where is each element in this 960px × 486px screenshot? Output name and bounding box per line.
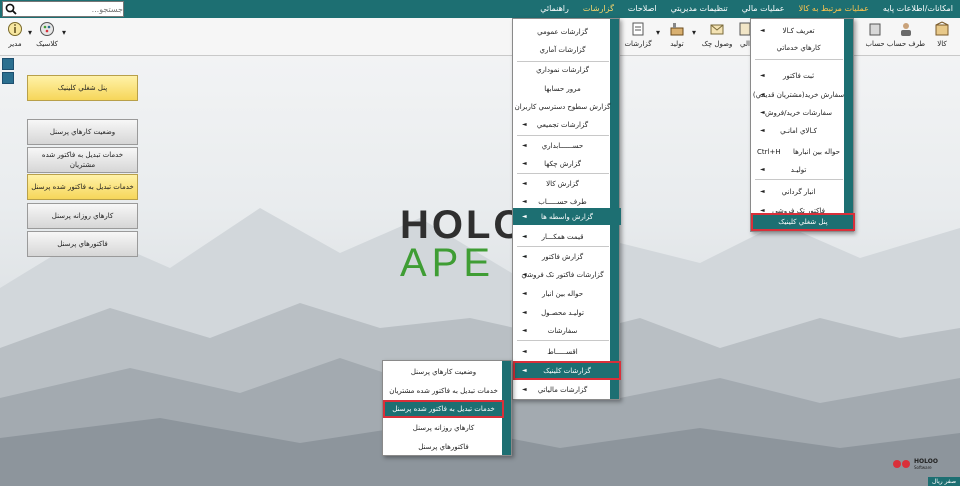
user-panel-icon[interactable]	[2, 72, 14, 84]
menu-item-old-purchase-orders[interactable]: ◄ سفارش خريد(مشتريان قديمي)	[751, 85, 846, 104]
menu-item-statistical-reports[interactable]: گزارشات آماري	[513, 40, 612, 59]
chevron-down-icon[interactable]: ▾	[62, 28, 66, 37]
menu-item-account-review[interactable]: مرور حسابها	[513, 79, 612, 98]
menu-item-intermediary-report[interactable]: ◄ گزارش واسطه ها	[513, 208, 621, 225]
submenu-item-staff-invoices[interactable]: فاکتورهاي پرسنل	[383, 437, 504, 456]
customer-invoiced-services-button[interactable]: خدمات تبديل به فاکتور شده مشتريان	[27, 147, 138, 173]
toolbar-production-button[interactable]: توليد	[664, 20, 690, 54]
menu-item-single-sale-invoice-reports[interactable]: ◄ گزارشات فاکتور تک فروشي	[513, 265, 612, 284]
toolbar-reports-button[interactable]: گزارشات	[622, 20, 654, 54]
menu-item-warehouse-transfer-report[interactable]: ◄ حواله بين انبار	[513, 284, 612, 303]
chevron-down-icon[interactable]: ▾	[28, 28, 32, 37]
search-box	[2, 1, 124, 17]
menu-item-register-invoice[interactable]: ◄ ثبت فاکتور	[751, 66, 846, 85]
menu-item-service-tasks[interactable]: کارهاي خدماتي	[751, 38, 846, 57]
main-menubar: امکانات/اطلاعات پايه عمليات مرتبط به کال…	[0, 0, 960, 18]
menu-item-invoice-report[interactable]: ◄ گزارش فاکتور	[513, 247, 612, 266]
toolbar-classic-label: کلاسيک	[36, 40, 58, 48]
envelope-icon	[708, 20, 726, 38]
staff-invoiced-services-button[interactable]: خدمات تبديل به فاکتور شده پرسنل	[27, 174, 138, 200]
report-icon	[629, 20, 647, 38]
menu-help[interactable]: راهنمائي	[533, 0, 576, 18]
holoo-logo-icon	[892, 459, 912, 471]
staff-invoices-button[interactable]: فاکتورهاي پرسنل	[27, 231, 138, 257]
menu-item-goods-report[interactable]: ◄ گزارش کالا	[513, 174, 612, 193]
toolbar-production-label: توليد	[670, 40, 684, 48]
menu-item-checks-report[interactable]: ◄ گزارش چکها	[513, 154, 612, 173]
status-label: صفر ريال	[928, 477, 960, 486]
toolbar-reports-label: گزارشات	[624, 40, 652, 48]
chevron-down-icon[interactable]: ▾	[692, 28, 696, 37]
menu-reports[interactable]: گزارشات	[576, 0, 621, 18]
menu-item-product-production[interactable]: ◄ توليـد محصـول	[513, 303, 612, 322]
toolbar-classic-button[interactable]: کلاسيک	[34, 20, 60, 54]
logo-apex-text: APE	[400, 241, 496, 285]
menu-item-clinic-reports[interactable]: ◄ گزارشات کلينيک	[513, 361, 621, 380]
search-icon[interactable]	[3, 2, 19, 16]
toolbar-goods-button[interactable]: کالا	[928, 20, 956, 54]
menu-item-tax-reports[interactable]: ◄ گزارشات مالياتي	[513, 380, 612, 399]
toolbar-manager-button[interactable]: مدير	[4, 20, 26, 54]
clinic-reports-submenu: وضعيت کارهاي پرسنل خدمات تبديل به فاکتور…	[382, 360, 512, 456]
toolbar-misc-label: الي	[740, 40, 750, 48]
menu-item-access-level-report[interactable]: گزارش سطوح دسترسي کاربران	[513, 97, 612, 116]
toolbar-manager-label: مدير	[8, 40, 22, 48]
ledger-icon	[866, 20, 884, 38]
toolbar-party-label: طرف حساب	[886, 40, 926, 48]
menu-item-production[interactable]: ◄ توليـد	[751, 160, 846, 179]
toolbar-goods-label: کالا	[937, 40, 947, 48]
menu-item-warehouse-transfer[interactable]: Ctrl+H حواله بين انبارها	[751, 142, 846, 161]
menu-item-clinic-panel[interactable]: پنل شغلي کلينيک	[751, 213, 855, 231]
menu-basic-info[interactable]: امکانات/اطلاعات پايه	[876, 0, 960, 18]
submenu-item-staff-work-status[interactable]: وضعيت کارهاي پرسنل	[383, 362, 504, 381]
staff-daily-tasks-button[interactable]: کارهاي روزانه پرسنل	[27, 203, 138, 229]
menu-item-partner-price[interactable]: ◄ قيمت همکـــار	[513, 227, 612, 246]
menu-item-purchase-sale-orders[interactable]: ◄ سفارشات خريد/فروش	[751, 103, 846, 122]
person-icon	[897, 20, 915, 38]
submenu-item-staff-invoiced-services[interactable]: خدمات تبديل به فاکتور شده پرسنل	[383, 400, 504, 418]
chevron-down-icon[interactable]: ▾	[656, 28, 660, 37]
toolbar-account-label: حساب	[866, 40, 884, 48]
reports-menu: گزارشات عمومي گزارشات آماري گزارشات نمود…	[512, 18, 621, 400]
menu-item-accounting[interactable]: ◄ حســــــابداري	[513, 136, 612, 155]
menu-financial-operations[interactable]: عمليات مالي	[735, 0, 792, 18]
toolbar-account-button[interactable]: حساب	[866, 20, 884, 54]
clinic-panel-button[interactable]: پنل شغلي کلينيک	[27, 75, 138, 101]
info-circle-icon	[6, 20, 24, 38]
palette-icon	[38, 20, 56, 38]
toolbar-party-button[interactable]: طرف حساب	[886, 20, 926, 54]
goods-operations-menu: ◄ تعريف کـالا کارهاي خدماتي ◄ ثبت فاکتور ◄…	[750, 18, 855, 232]
menu-item-general-reports[interactable]: گزارشات عمومي	[513, 22, 612, 41]
menu-item-consignment-goods[interactable]: ◄ کـالاي امانـي	[751, 121, 846, 140]
submenu-item-customer-invoiced-services[interactable]: خدمات تبديل به فاکتور شده مشتريان	[383, 381, 504, 400]
menu-management-settings[interactable]: تنظيمات مديريتي	[664, 0, 735, 18]
badge-sub: Software	[914, 465, 932, 470]
factory-icon	[668, 20, 686, 38]
menu-item-aggregate-reports[interactable]: ◄ گزارشات تجميعي	[513, 115, 612, 134]
circle-info-icon[interactable]	[2, 58, 14, 70]
submenu-item-staff-daily-tasks[interactable]: کارهاي روزانه پرسنل	[383, 418, 504, 437]
box-icon	[933, 20, 951, 38]
menu-item-installments[interactable]: ◄ اقســـــاط	[513, 342, 612, 361]
menu-item-chart-reports[interactable]: گزارشات نموداري	[513, 60, 612, 79]
menu-corrections[interactable]: اصلاحات	[621, 0, 664, 18]
toolbar-receive-check-label: وصول چک	[701, 40, 733, 48]
staff-work-status-button[interactable]: وضعيت کارهاي پرسنل	[27, 119, 138, 145]
menu-goods-operations[interactable]: عمليات مرتبط به کالا	[792, 0, 876, 18]
search-input[interactable]	[19, 2, 123, 16]
menu-item-stocktaking[interactable]: ◄ انبار گرداني	[751, 182, 846, 201]
shortcut-label: Ctrl+H	[757, 147, 781, 156]
holoo-badge: HOLOO Software	[892, 459, 948, 471]
toolbar-receive-check-button[interactable]: وصول چک	[700, 20, 734, 54]
menu-item-orders[interactable]: ◄ سفارشات	[513, 321, 612, 340]
